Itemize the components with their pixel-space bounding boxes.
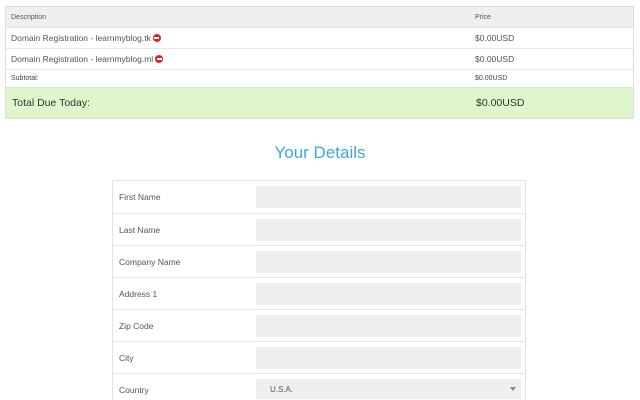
remove-item-icon[interactable]	[152, 34, 161, 42]
zip-code-field[interactable]	[256, 315, 521, 337]
address1-field[interactable]	[256, 283, 521, 305]
form-row-country: Country U.S.A.	[113, 373, 525, 400]
form-row-last-name: Last Name	[113, 213, 525, 245]
table-row: Domain Registration - learnmyblog.ml $0.…	[6, 48, 633, 69]
order-summary-table: Description Price Domain Registration - …	[5, 6, 634, 119]
first-name-label: First Name	[119, 192, 161, 202]
company-name-label: Company Name	[119, 256, 181, 267]
total-due-value: $0.00USD	[476, 97, 525, 109]
item-description-text: Domain Registration - learnmyblog.ml	[11, 54, 154, 64]
total-due-label: Total Due Today:	[12, 97, 91, 109]
subtotal-row: Subtotal: $0.00USD	[6, 69, 633, 87]
chevron-down-icon	[510, 387, 516, 391]
table-row: Domain Registration - learnmyblog.tk $0.…	[6, 27, 633, 48]
price-column-header: Price	[475, 13, 491, 21]
country-label: Country	[119, 384, 149, 395]
item-description: Domain Registration - learnmyblog.ml	[11, 54, 164, 64]
item-price: $0.00USD	[475, 54, 515, 64]
item-price: $0.00USD	[475, 33, 515, 43]
total-due-row: Total Due Today: $0.00USD	[6, 87, 633, 118]
last-name-label: Last Name	[119, 224, 161, 235]
last-name-field[interactable]	[256, 219, 521, 241]
form-row-address1: Address 1	[113, 277, 525, 309]
form-row-company-name: Company Name	[113, 245, 525, 277]
country-selected-value: U.S.A.	[270, 384, 294, 394]
item-description: Domain Registration - learnmyblog.tk	[11, 33, 161, 43]
form-row-zip-code: Zip Code	[113, 309, 525, 341]
remove-item-icon[interactable]	[155, 55, 164, 63]
country-select[interactable]: U.S.A.	[256, 379, 521, 399]
city-field[interactable]	[256, 347, 521, 369]
item-description-text: Domain Registration - learnmyblog.tk	[11, 33, 151, 43]
zip-code-label: Zip Code	[119, 320, 154, 331]
table-header-row: Description Price	[6, 7, 633, 27]
address1-label: Address 1	[119, 288, 158, 299]
details-form: First Name Last Name Company Name Addres…	[112, 180, 526, 400]
form-row-first-name: First Name	[113, 181, 525, 213]
city-label: City	[119, 352, 134, 363]
subtotal-label: Subtotal:	[11, 75, 39, 82]
subtotal-value: $0.00USD	[475, 75, 508, 82]
form-row-city: City	[113, 341, 525, 373]
company-name-field[interactable]	[256, 251, 521, 273]
description-column-header: Description	[11, 13, 47, 21]
your-details-heading: Your Details	[274, 143, 366, 162]
first-name-field[interactable]	[256, 186, 521, 208]
